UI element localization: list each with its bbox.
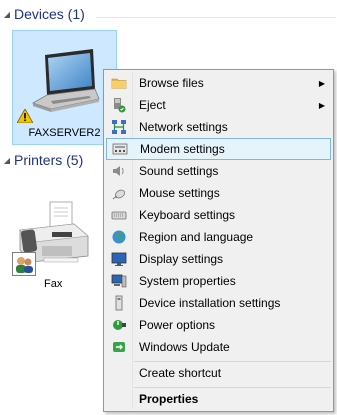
keyboard-icon — [106, 204, 132, 226]
warning-icon — [17, 109, 33, 123]
devices-header-divider — [96, 17, 336, 18]
menu-item-eject[interactable]: Eject ▶ — [106, 94, 331, 116]
devices-group-title: Devices (1) — [14, 6, 85, 22]
menu-item-sound-settings[interactable]: Sound settings — [106, 160, 331, 182]
menu-item-display-settings[interactable]: Display settings — [106, 248, 331, 270]
submenu-arrow-icon: ▶ — [318, 100, 325, 110]
speaker-icon — [106, 160, 132, 182]
context-menu: Browse files ▶ Eject ▶ Network settings … — [103, 69, 334, 412]
menu-item-device-installation-settings[interactable]: Device installation settings — [106, 292, 331, 314]
menu-item-power-options[interactable]: Power options — [106, 314, 331, 336]
menu-item-keyboard-settings[interactable]: Keyboard settings — [106, 204, 331, 226]
menu-item-create-shortcut[interactable]: Create shortcut — [106, 362, 331, 384]
power-icon — [106, 314, 132, 336]
eject-icon — [106, 94, 132, 116]
menu-item-network-settings[interactable]: Network settings — [106, 116, 331, 138]
menu-item-browse-files[interactable]: Browse files ▶ — [106, 72, 331, 94]
folder-icon — [106, 72, 132, 94]
devices-group-header[interactable]: ◢ Devices (1) — [0, 6, 85, 22]
laptop-icon — [32, 49, 100, 112]
fax-name: Fax — [44, 278, 63, 290]
globe-icon — [106, 226, 132, 248]
printers-group-title: Printers (5) — [14, 152, 84, 168]
system-icon — [106, 270, 132, 292]
printers-group-header[interactable]: ◢ Printers (5) — [0, 152, 83, 168]
menu-item-properties[interactable]: Properties — [106, 388, 331, 410]
modem-icon — [107, 138, 133, 160]
collapse-triangle-icon[interactable]: ◢ — [0, 156, 14, 165]
display-icon — [106, 248, 132, 270]
menu-item-region-and-language[interactable]: Region and language — [106, 226, 331, 248]
submenu-arrow-icon: ▶ — [318, 78, 325, 88]
menu-item-windows-update[interactable]: Windows Update — [106, 336, 331, 358]
shared-users-icon — [12, 252, 36, 276]
device-install-icon — [106, 292, 132, 314]
menu-item-mouse-settings[interactable]: Mouse settings — [106, 182, 331, 204]
device-name: FAXSERVER2 — [28, 127, 101, 139]
collapse-triangle-icon[interactable]: ◢ — [0, 10, 14, 19]
device-tile-faxserver2[interactable]: FAXSERVER2 — [12, 30, 117, 145]
mouse-icon — [106, 182, 132, 204]
menu-item-modem-settings[interactable]: Modem settings — [106, 138, 331, 160]
windows-update-icon — [106, 336, 132, 358]
network-icon — [106, 116, 132, 138]
menu-item-system-properties[interactable]: System properties — [106, 270, 331, 292]
